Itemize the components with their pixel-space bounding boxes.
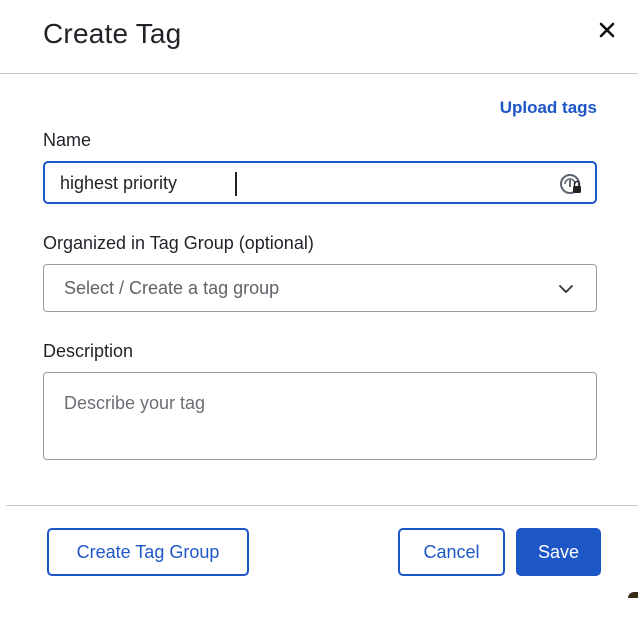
name-field[interactable] (43, 161, 597, 204)
cancel-button[interactable]: Cancel (398, 528, 505, 576)
description-label: Description (43, 341, 134, 361)
close-icon (599, 22, 615, 38)
tag-group-label: Organized in Tag Group (optional) (43, 233, 314, 253)
dialog-title: Create Tag (43, 18, 182, 49)
footer-divider (6, 505, 638, 506)
tag-group-select[interactable]: Select / Create a tag group (43, 264, 597, 312)
create-tag-dialog: Create Tag Upload tags Name Organized in… (0, 0, 638, 617)
description-textarea[interactable] (64, 393, 574, 449)
name-input[interactable] (60, 171, 540, 195)
description-field[interactable] (43, 372, 597, 460)
chevron-down-icon (559, 285, 573, 293)
name-label: Name (43, 130, 92, 150)
save-button[interactable]: Save (516, 528, 601, 576)
upload-tags-link[interactable]: Upload tags (500, 98, 597, 118)
text-cursor (235, 172, 237, 196)
tag-group-placeholder: Select / Create a tag group (64, 278, 280, 298)
background-edge (628, 592, 638, 598)
create-tag-group-button[interactable]: Create Tag Group (47, 528, 249, 576)
dialog-header: Create Tag (0, 0, 638, 74)
password-manager-icon[interactable] (559, 172, 583, 196)
close-button[interactable] (594, 17, 620, 43)
